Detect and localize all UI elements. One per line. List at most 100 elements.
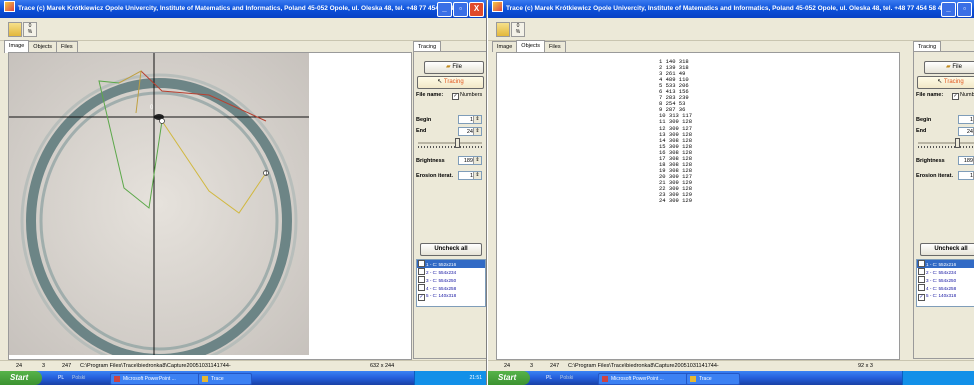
numbers-checkbox[interactable]: ✓Numbers [952,92,974,100]
brightness-input[interactable]: 189⇕ [458,156,482,165]
tab-files[interactable]: Files [543,41,566,52]
close-button[interactable]: X [469,2,484,17]
checkbox-icon[interactable] [418,260,425,267]
checkbox-checked-icon: ✓ [952,93,959,100]
tab-files[interactable]: Files [55,41,78,52]
list-item[interactable]: ✓ 5 - C: 140x318 [417,292,485,301]
object-label: 4 - C: 554x258 [426,286,457,291]
numbers-checkbox[interactable]: ✓Numbers [452,92,482,100]
erosion-label: Erosion iterat. [916,173,953,179]
minimize-button[interactable]: _ [941,2,956,17]
brightness-value: 189 [963,158,973,164]
quick-launch-item[interactable]: Polski [560,371,573,385]
file-button[interactable]: ▰ File [924,61,974,74]
tracing-button-label: Tracing [443,79,464,85]
object-list[interactable]: 1 - C: 552x216 2 - C: 554x234 3 - C: 554… [916,259,974,307]
spinner-icon[interactable]: ⇕ [473,128,481,135]
status-count: 3 [42,363,46,369]
tab-objects[interactable]: Objects [28,41,57,52]
tracing-panel: ▰ File ↖ Tracing File name: ✓Numbers Beg… [413,51,486,359]
list-item[interactable]: 3 - C: 554x250 [917,276,974,284]
spinner-icon[interactable]: ⇕ [473,157,481,164]
threshold-slider[interactable] [918,138,974,148]
taskbar: Start PL Polski Microsoft PowerPoint ...… [0,371,486,385]
list-item[interactable]: ✓ 5 - C: 140x318 [917,292,974,301]
begin-input[interactable]: 1⇕ [958,115,974,124]
slider-thumb[interactable] [455,138,460,148]
trace-window-objects: Trace (c) Marek Krótkiewicz Opole Univer… [488,0,974,385]
checkbox-icon[interactable] [418,284,425,291]
maximize-button[interactable]: ▫ [957,2,972,17]
erosion-label: Erosion iterat. [416,173,453,179]
slider-thumb[interactable] [955,138,960,148]
slider-track [918,142,974,144]
file-button[interactable]: ▰ File [424,61,484,74]
status-count: 3 [530,363,534,369]
tracing-button-label: Tracing [943,79,964,85]
start-button[interactable]: Start [488,371,530,385]
open-folder-icon[interactable] [8,22,22,37]
spinner-icon[interactable]: ⇕ [473,172,481,179]
taskbar-item-powerpoint[interactable]: Microsoft PowerPoint ... [110,373,202,385]
numbers-icon[interactable]: 0% [511,22,525,37]
end-input[interactable]: 24⇕ [458,127,482,136]
threshold-slider[interactable] [418,138,482,148]
end-input[interactable]: 24⇕ [958,127,974,136]
checkbox-icon[interactable] [918,276,925,283]
tracing-button[interactable]: ↖ Tracing [417,76,484,89]
main-tabs: Image Objects Files [4,40,78,53]
title-bar[interactable]: Trace (c) Marek Krótkiewicz Opole Univer… [488,0,974,18]
list-item[interactable]: 2 - C: 554x234 [917,268,974,276]
marker-label-right: 1 [265,171,268,177]
trace-window-image: Trace (c) Marek Krótkiewicz Opole Univer… [0,0,487,385]
brightness-value: 189 [463,158,473,164]
language-indicator[interactable]: PL [58,371,64,385]
object-label: 5 - C: 140x318 [426,293,457,298]
maximize-button[interactable]: ▫ [453,2,468,17]
list-item[interactable]: 3 - C: 554x250 [417,276,485,284]
toolbar: 0% [0,18,486,41]
object-label: 4 - C: 554x258 [926,286,957,291]
slider-track [418,142,482,144]
file-button-label: File [952,64,962,70]
checkbox-checked-icon[interactable]: ✓ [918,294,925,301]
taskbar-item-trace[interactable]: Trace [686,373,740,385]
begin-input[interactable]: 1⇕ [458,115,482,124]
checkbox-icon[interactable] [918,260,925,267]
taskbar-item-powerpoint[interactable]: Microsoft PowerPoint ... [598,373,690,385]
list-item[interactable]: 2 - C: 554x234 [417,268,485,276]
quick-launch-item[interactable]: Polski [72,371,85,385]
object-label: 2 - C: 554x234 [926,270,957,275]
tab-image[interactable]: Image [492,41,518,52]
tracing-sidebar: Tracing ▰ File ↖ Tracing File name: ✓ Num… [413,41,486,359]
checkbox-icon[interactable] [418,268,425,275]
list-item[interactable]: 4 - C: 554x258 [917,284,974,292]
checkbox-icon[interactable] [918,268,925,275]
list-item[interactable]: 1 - C: 552x216 [917,260,974,268]
taskbar: Start PL Polski Microsoft PowerPoint ...… [488,371,974,385]
checkbox-checked-icon[interactable]: ✓ [418,294,425,301]
object-list[interactable]: 1 - C: 552x216 2 - C: 554x234 3 - C: 554… [416,259,486,307]
status-bar: 24 3 247 C:\Program Files\Trace\biedronk… [0,360,486,371]
traced-image[interactable]: 0 1 [9,53,309,355]
uncheck-all-button[interactable]: Uncheck all [420,243,482,256]
object-label: 3 - C: 554x250 [926,278,957,283]
open-folder-icon[interactable] [496,22,510,37]
brightness-input[interactable]: 189⇕ [958,156,974,165]
uncheck-all-button[interactable]: Uncheck all [920,243,974,256]
minimize-button[interactable]: _ [437,2,452,17]
spinner-icon[interactable]: ⇕ [473,116,481,123]
taskbar-item-trace[interactable]: Trace [198,373,252,385]
checkbox-icon[interactable] [918,284,925,291]
start-button[interactable]: Start [0,371,42,385]
list-item[interactable]: 4 - C: 554x258 [417,284,485,292]
folder-icon: ▰ [446,64,451,70]
tracing-button[interactable]: ↖ Tracing [917,76,974,89]
checkbox-icon[interactable] [418,276,425,283]
erosion-input[interactable]: 1⇕ [458,171,482,180]
language-indicator[interactable]: PL [546,371,552,385]
erosion-input[interactable]: 1⇕ [958,171,974,180]
numbers-icon[interactable]: 0% [23,22,37,37]
title-bar[interactable]: Trace (c) Marek Krótkiewicz Opole Univer… [0,0,486,18]
list-item[interactable]: 1 - C: 552x216 [417,260,485,268]
